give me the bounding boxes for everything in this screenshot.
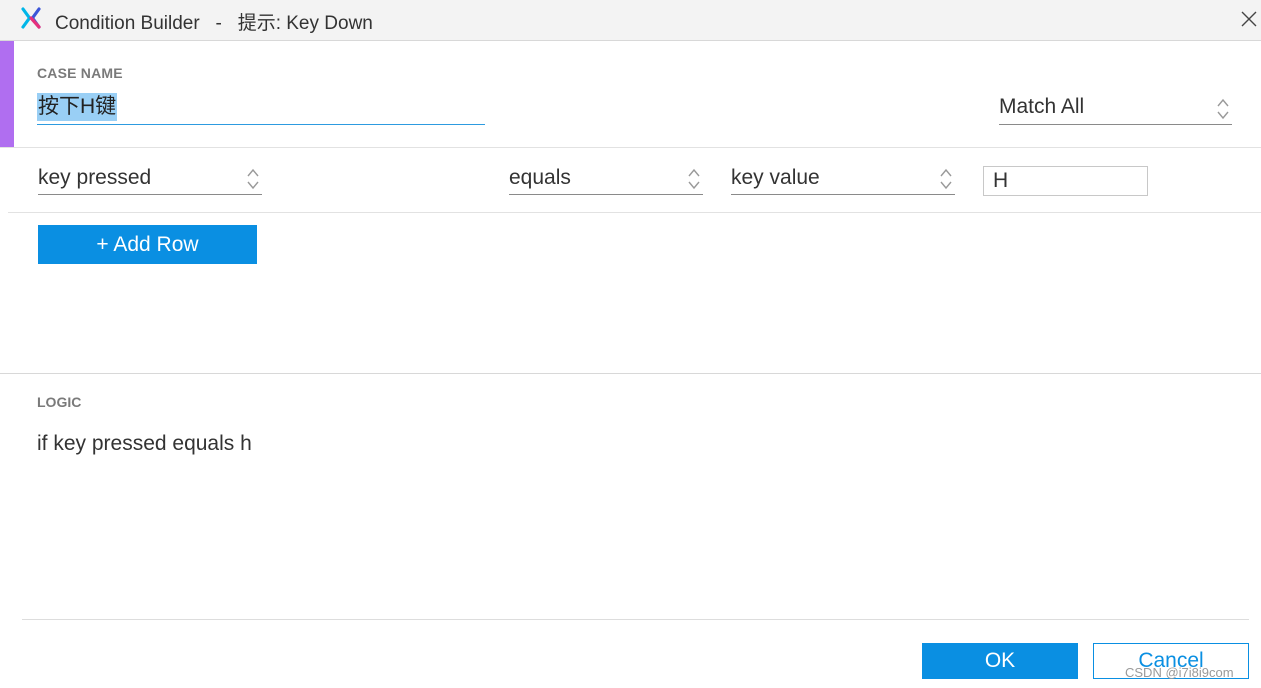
case-name-label: CASE NAME — [37, 65, 123, 81]
title-bar: Condition Builder - 提示: Key Down — [0, 0, 1261, 41]
case-accent-bar — [0, 41, 14, 147]
logic-label: LOGIC — [37, 394, 82, 410]
case-name-input[interactable]: 按下H键 — [37, 93, 485, 125]
case-section: CASE NAME 按下H键 Match All — [0, 41, 1261, 148]
ok-button[interactable]: OK — [922, 643, 1078, 679]
up-down-chevron-icon — [247, 168, 259, 190]
condition-row: key pressed equals key value H — [8, 148, 1261, 213]
close-icon[interactable] — [1238, 8, 1260, 30]
operator-value: equals — [509, 166, 571, 189]
value-type-value: key value — [731, 166, 820, 189]
match-mode-value: Match All — [999, 95, 1085, 118]
up-down-chevron-icon — [688, 168, 700, 190]
match-mode-select[interactable]: Match All — [999, 93, 1232, 125]
app-logo-icon — [21, 7, 41, 29]
case-name-value: 按下H键 — [37, 93, 118, 121]
target-value: key pressed — [38, 166, 152, 189]
footer-divider — [22, 619, 1249, 620]
window-title: Condition Builder - 提示: Key Down — [55, 13, 373, 34]
logic-text: if key pressed equals h — [37, 432, 252, 455]
operator-select[interactable]: equals — [509, 163, 703, 195]
value-type-select[interactable]: key value — [731, 163, 955, 195]
watermark: CSDN @i7i8i9com — [1125, 665, 1234, 680]
up-down-chevron-icon — [1217, 98, 1229, 120]
target-select[interactable]: key pressed — [38, 163, 262, 195]
up-down-chevron-icon — [940, 168, 952, 190]
add-row-button[interactable]: + Add Row — [38, 225, 257, 264]
logic-section: LOGIC if key pressed equals h — [0, 373, 1261, 620]
key-value-input[interactable]: H — [983, 166, 1148, 196]
